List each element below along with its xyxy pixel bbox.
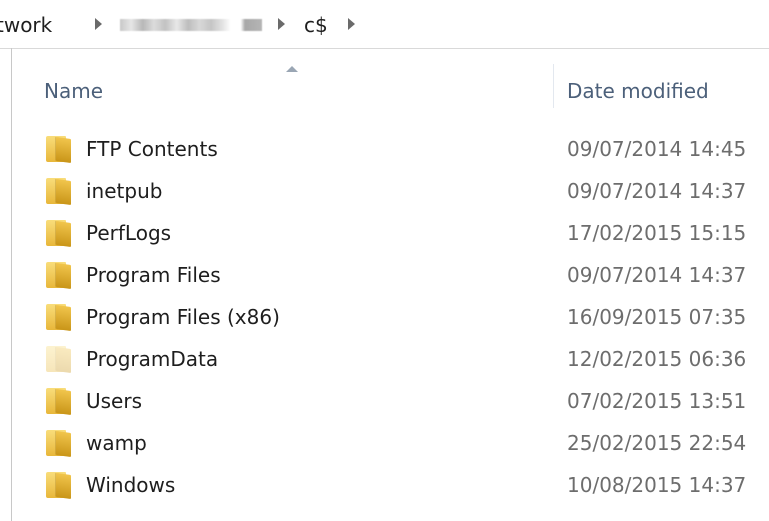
breadcrumb-chevron-icon[interactable] — [95, 18, 102, 30]
file-name: wamp — [86, 431, 147, 455]
list-item[interactable]: Program Files 09/07/2014 14:37 — [12, 254, 769, 296]
file-date-modified: 07/02/2015 13:51 — [567, 389, 747, 413]
folder-icon — [46, 388, 74, 416]
file-name: PerfLogs — [86, 221, 172, 245]
file-date-modified: 09/07/2014 14:37 — [567, 179, 747, 203]
list-item[interactable]: Windows 10/08/2015 14:37 — [12, 464, 769, 506]
list-item[interactable]: PerfLogs 17/02/2015 15:15 — [12, 212, 769, 254]
file-name: inetpub — [86, 179, 163, 203]
breadcrumb-chevron-icon[interactable] — [348, 18, 355, 30]
file-name: Program Files — [86, 263, 221, 287]
file-date-modified: 10/08/2015 14:37 — [567, 473, 747, 497]
list-item[interactable]: FTP Contents 09/07/2014 14:45 — [12, 128, 769, 170]
file-name: Users — [86, 389, 143, 413]
breadcrumb-network[interactable]: twork — [0, 13, 52, 37]
breadcrumb-share[interactable]: c$ — [304, 13, 328, 37]
file-name: Windows — [86, 473, 176, 497]
address-bar[interactable]: twork c$ — [0, 0, 769, 49]
file-date-modified: 25/02/2015 22:54 — [567, 431, 747, 455]
breadcrumb-chevron-icon[interactable] — [278, 18, 285, 30]
folder-icon — [46, 262, 74, 290]
file-list: FTP Contents 09/07/2014 14:45 inetpub 09… — [12, 128, 769, 506]
list-item[interactable]: wamp 25/02/2015 22:54 — [12, 422, 769, 464]
folder-icon — [46, 472, 74, 500]
list-item[interactable]: Program Files (x86) 16/09/2015 07:35 — [12, 296, 769, 338]
sort-ascending-icon — [286, 66, 298, 72]
folder-icon — [46, 430, 74, 458]
hidden-folder-icon — [46, 346, 74, 374]
file-name: Program Files (x86) — [86, 305, 280, 329]
folder-icon — [46, 304, 74, 332]
folder-icon — [46, 220, 74, 248]
list-item[interactable]: inetpub 09/07/2014 14:37 — [12, 170, 769, 212]
column-header-name[interactable]: Name — [44, 78, 103, 104]
file-name: FTP Contents — [86, 137, 218, 161]
column-header-date-modified[interactable]: Date modified — [567, 78, 709, 104]
column-divider[interactable] — [553, 64, 554, 108]
file-date-modified: 09/07/2014 14:45 — [567, 137, 747, 161]
file-date-modified: 16/09/2015 07:35 — [567, 305, 747, 329]
file-name: ProgramData — [86, 347, 219, 371]
folder-icon — [46, 178, 74, 206]
list-item[interactable]: ProgramData 12/02/2015 06:36 — [12, 338, 769, 380]
folder-icon — [46, 136, 74, 164]
file-date-modified: 12/02/2015 06:36 — [567, 347, 747, 371]
list-item[interactable]: Users 07/02/2015 13:51 — [12, 380, 769, 422]
file-date-modified: 17/02/2015 15:15 — [567, 221, 747, 245]
file-date-modified: 09/07/2014 14:37 — [567, 263, 747, 287]
breadcrumb-computer-redacted[interactable] — [120, 19, 262, 31]
